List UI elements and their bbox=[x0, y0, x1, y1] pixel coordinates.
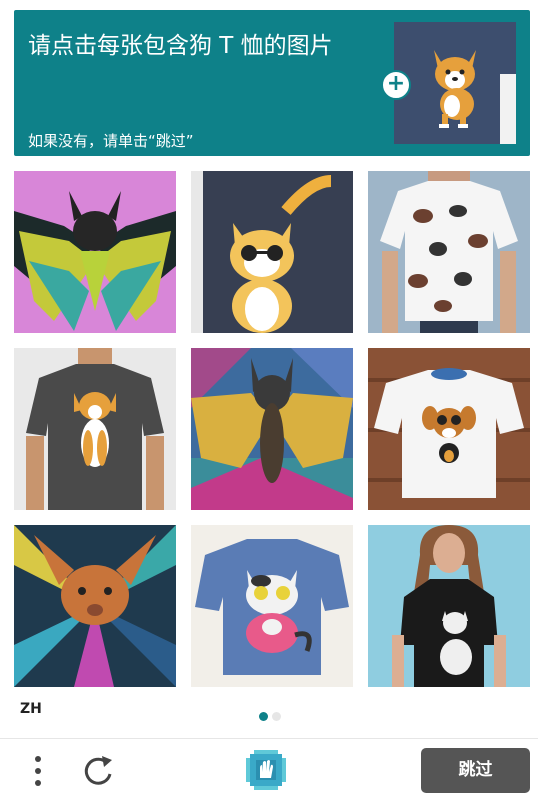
skip-button[interactable]: 跳过 bbox=[421, 748, 530, 793]
more-vertical-icon bbox=[35, 756, 41, 786]
language-selector[interactable]: ZH bbox=[20, 701, 42, 717]
hcaptcha-logo[interactable] bbox=[246, 750, 286, 790]
refresh-icon bbox=[84, 756, 112, 785]
refresh-button[interactable] bbox=[80, 752, 116, 788]
tile-woman-cat-shirt[interactable] bbox=[368, 525, 530, 687]
person-shirt-icon bbox=[368, 171, 530, 333]
woman-shirt-icon bbox=[368, 525, 530, 687]
bat-painting-icon bbox=[14, 171, 176, 333]
tile-dog-shirt-wood[interactable] bbox=[368, 348, 530, 510]
tile-person-pattern-shirt[interactable] bbox=[368, 171, 530, 333]
cat-shirt-icon bbox=[191, 525, 353, 687]
dog-shirt-sample-icon bbox=[394, 22, 516, 144]
plus-icon: + bbox=[381, 70, 411, 100]
bat-painting-icon bbox=[191, 348, 353, 510]
pagination-dot-active[interactable] bbox=[259, 712, 268, 721]
sample-image bbox=[394, 22, 516, 144]
cat-shirt-icon bbox=[191, 171, 353, 333]
tile-cat-painting-rays[interactable] bbox=[14, 525, 176, 687]
tile-cat-blue-shirt[interactable] bbox=[191, 525, 353, 687]
challenge-title: 请点击每张包含狗 T 恤的图片 bbox=[28, 33, 333, 59]
tile-cat-sunglasses-shirt[interactable] bbox=[191, 171, 353, 333]
tile-bat-painting-colorful[interactable] bbox=[191, 348, 353, 510]
hand-logo-icon bbox=[246, 750, 286, 790]
dog-shirt-man-icon bbox=[14, 348, 176, 510]
tile-man-dog-shirt[interactable] bbox=[14, 348, 176, 510]
menu-button[interactable] bbox=[30, 753, 46, 789]
challenge-subtitle: 如果没有，请单击“跳过” bbox=[28, 132, 194, 150]
tile-bat-painting-pink[interactable] bbox=[14, 171, 176, 333]
dog-shirt-wood-icon bbox=[368, 348, 530, 510]
pagination-dot[interactable] bbox=[272, 712, 281, 721]
cat-painting-icon bbox=[14, 525, 176, 687]
footer-divider bbox=[0, 738, 538, 739]
challenge-header: 请点击每张包含狗 T 恤的图片 如果没有，请单击“跳过” + bbox=[14, 10, 530, 156]
